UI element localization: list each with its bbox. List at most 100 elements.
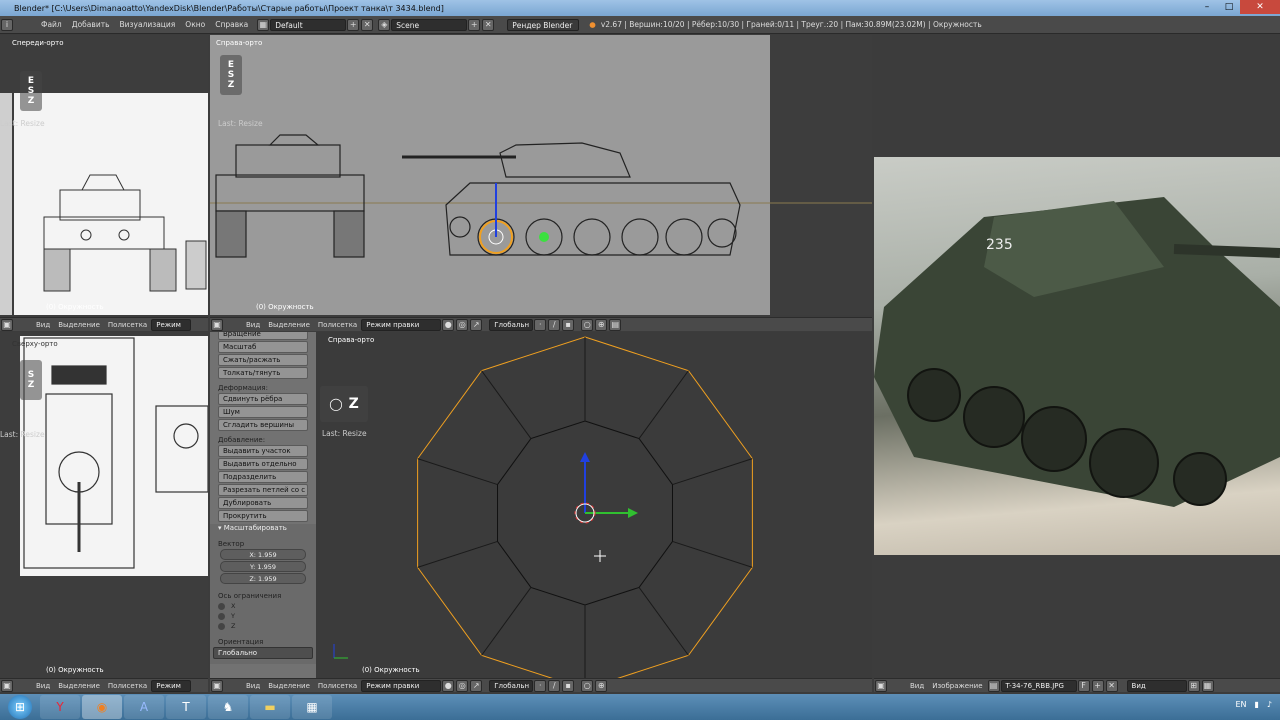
mode-select[interactable]: Режим: [151, 318, 192, 331]
menu-window[interactable]: Окно: [180, 20, 210, 29]
maximize-button[interactable]: □: [1218, 0, 1240, 14]
tool-edge-slide-button[interactable]: Сдвинуть рёбра: [218, 393, 308, 405]
image-add-button[interactable]: +: [1091, 679, 1104, 692]
tool-shrink-button[interactable]: Сжать/расжать: [218, 354, 308, 366]
mesh-edge[interactable]: [481, 370, 532, 439]
viewport-main[interactable]: ◯ Z Last: Resize Справа-орто (0) Окружнос…: [316, 332, 872, 678]
mode-select[interactable]: Режим правки: [361, 679, 442, 692]
minimize-button[interactable]: –: [1196, 0, 1218, 14]
mode-select[interactable]: Режим: [151, 679, 192, 692]
shading-icon[interactable]: ●: [442, 679, 455, 692]
pivot-icon[interactable]: ◎: [456, 318, 469, 331]
menu-select[interactable]: Выделение: [54, 321, 104, 329]
menu-file[interactable]: Файл: [36, 20, 67, 29]
tool-rotate-button[interactable]: Вращение: [218, 332, 308, 340]
scene-field[interactable]: Scene: [391, 18, 468, 31]
operator-title[interactable]: ▾ Масштабировать: [218, 524, 308, 532]
menu-help[interactable]: Справка: [210, 20, 253, 29]
image-name-field[interactable]: T-34-76_RBB.JPG: [1000, 679, 1077, 692]
snap-icon[interactable]: ⊕: [595, 318, 608, 331]
yandex-browser-icon[interactable]: Y: [40, 695, 80, 719]
manipulator-icon[interactable]: ↗: [470, 679, 483, 692]
render-engine-select[interactable]: Рендер Blender: [507, 18, 580, 31]
viewport-right-top[interactable]: ESZ Last: Resize Справа-орто (0) Окружно…: [210, 35, 872, 315]
tool-extrude-region-button[interactable]: Выдавить участок: [218, 445, 308, 457]
vertex-select-icon[interactable]: ·: [534, 318, 547, 331]
menu-add[interactable]: Добавить: [67, 20, 115, 29]
editor-type-icon[interactable]: ▣: [875, 679, 887, 692]
mesh-edge[interactable]: [417, 458, 498, 486]
menu-view[interactable]: Вид: [906, 682, 928, 690]
editor-type-icon[interactable]: ▣: [211, 679, 223, 692]
proportional-icon[interactable]: ○: [581, 679, 594, 692]
viewport-top[interactable]: SZ Last: Resize Сверху-орто (0) Окружнос…: [0, 332, 208, 678]
menu-select[interactable]: Выделение: [264, 321, 314, 329]
menu-render[interactable]: Визуализация: [115, 20, 181, 29]
mesh-edge[interactable]: [481, 587, 532, 656]
menu-mesh[interactable]: Полисетка: [314, 682, 361, 690]
shading-icon[interactable]: ●: [442, 318, 455, 331]
menu-mesh[interactable]: Полисетка: [104, 682, 151, 690]
menu-view[interactable]: Вид: [242, 321, 264, 329]
constraint-x-checkbox[interactable]: X: [218, 602, 308, 610]
editor-type-icon[interactable]: ▣: [211, 318, 223, 331]
tool-smooth-vertex-button[interactable]: Сгладить вершины: [218, 419, 308, 431]
mesh-edge[interactable]: [672, 458, 753, 486]
vector-x-field[interactable]: X: 1.959: [220, 549, 306, 560]
mesh-edge[interactable]: [638, 587, 689, 656]
vector-y-field[interactable]: Y: 1.959: [220, 561, 306, 572]
tool-spin-button[interactable]: Прокрутить: [218, 510, 308, 522]
constraint-y-checkbox[interactable]: Y: [218, 612, 308, 620]
menu-view[interactable]: Вид: [242, 682, 264, 690]
snap-icon[interactable]: ⊕: [595, 679, 608, 692]
folder-icon[interactable]: ▬: [250, 695, 290, 719]
menu-select[interactable]: Выделение: [264, 682, 314, 690]
pivot-icon[interactable]: ◎: [456, 679, 469, 692]
mesh-edge[interactable]: [417, 540, 498, 568]
pin-icon[interactable]: ⊞: [1187, 679, 1200, 692]
render-icon[interactable]: ▤: [609, 318, 622, 331]
orientation-select[interactable]: Глобальн: [489, 318, 534, 331]
menu-image[interactable]: Изображение: [928, 682, 986, 690]
orientation-select[interactable]: Глобально: [213, 647, 313, 659]
close-button[interactable]: ✕: [1240, 0, 1280, 14]
start-button[interactable]: ⊞: [8, 695, 32, 719]
network-icon[interactable]: ▮: [1254, 700, 1258, 709]
render-icon[interactable]: ▦: [1201, 679, 1214, 692]
tool-push-pull-button[interactable]: Толкать/тянуть: [218, 367, 308, 379]
image-fake-user-icon[interactable]: F: [1077, 679, 1090, 692]
mesh-edge[interactable]: [638, 370, 689, 439]
edge-select-icon[interactable]: /: [548, 318, 561, 331]
face-select-icon[interactable]: ▪: [562, 318, 575, 331]
menu-select[interactable]: Выделение: [54, 682, 104, 690]
tool-scale-button[interactable]: Масштаб: [218, 341, 308, 353]
edge-select-icon[interactable]: /: [548, 679, 561, 692]
editor-type-icon[interactable]: ▣: [1, 679, 13, 692]
tool-subdivide-button[interactable]: Подразделить: [218, 471, 308, 483]
layout-remove-button[interactable]: ✕: [361, 18, 374, 31]
manipulator-icon[interactable]: ↗: [470, 318, 483, 331]
layout-field[interactable]: Default: [270, 18, 347, 31]
proportional-icon[interactable]: ○: [581, 318, 594, 331]
editor-type-icon[interactable]: ▣: [1, 318, 13, 331]
editor-type-icon[interactable]: i: [1, 18, 13, 31]
scene-remove-button[interactable]: ✕: [482, 18, 495, 31]
tool-extrude-individual-button[interactable]: Выдавить отдельно: [218, 458, 308, 470]
image-browse-icon[interactable]: ▤: [987, 679, 1000, 692]
view-mode-select[interactable]: Вид: [1126, 679, 1187, 692]
volume-icon[interactable]: ♪: [1267, 700, 1272, 709]
game-icon[interactable]: ♞: [208, 695, 248, 719]
viewport-front[interactable]: ESZ Last: Resize Спереди-орто (0) Окружн…: [0, 35, 208, 315]
vector-z-field[interactable]: Z: 1.959: [220, 573, 306, 584]
constraint-z-checkbox[interactable]: Z: [218, 622, 308, 630]
menu-view[interactable]: Вид: [32, 321, 54, 329]
vertex-select-icon[interactable]: ·: [534, 679, 547, 692]
menu-view[interactable]: Вид: [32, 682, 54, 690]
face-select-icon[interactable]: ▪: [562, 679, 575, 692]
menu-mesh[interactable]: Полисетка: [104, 321, 151, 329]
app-icon[interactable]: A: [124, 695, 164, 719]
tool-loop-cut-button[interactable]: Разрезать петлей со с: [218, 484, 308, 496]
orientation-select[interactable]: Глобальн: [489, 679, 534, 692]
language-indicator[interactable]: EN: [1235, 700, 1246, 709]
tool-duplicate-button[interactable]: Дублировать: [218, 497, 308, 509]
